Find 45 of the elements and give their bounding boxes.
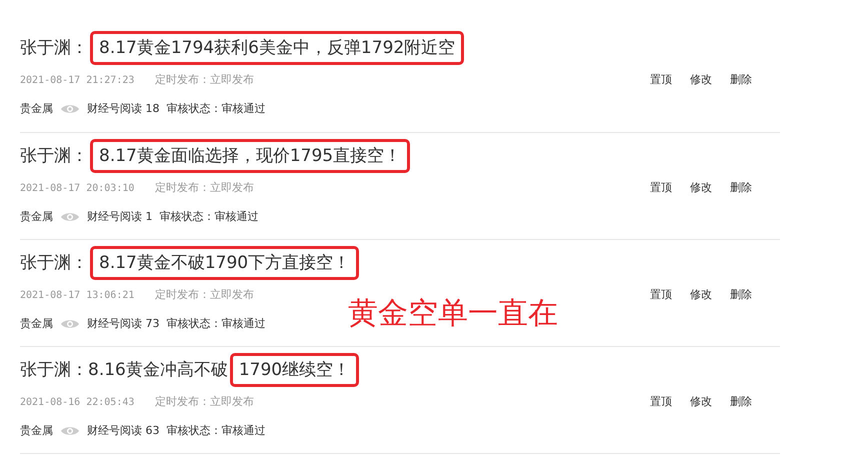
post-title: 张于渊： [20,252,88,275]
annotation-text: 黄金空单一直在 [348,296,558,332]
post-title: 张于渊： [20,37,88,60]
action-link[interactable]: 置顶 [650,394,672,410]
post-date: 2021-08-17 21:27:23 [20,74,136,88]
action-link[interactable]: 删除 [730,72,752,88]
eye-icon [60,103,80,115]
highlighted-title: 1790继续空！ [230,353,360,387]
schedule-label: 定时发布：立即发布 [155,286,254,303]
action-link[interactable]: 修改 [690,287,712,303]
post-title: 张于渊： [20,145,88,168]
schedule-label: 定时发布：立即发布 [155,72,254,88]
category-label: 贵金属 [20,422,53,439]
highlighted-title: 8.17黄金面临选择，现价1795直接空！ [90,139,410,173]
action-link[interactable]: 修改 [690,72,712,88]
eye-icon [60,318,80,330]
eye-icon [60,425,80,437]
review-status: 审核状态：审核通过 [166,422,266,439]
post-date: 2021-08-17 13:06:21 [20,288,136,302]
post-date: 2021-08-17 20:03:10 [20,182,136,196]
review-status: 审核状态：审核通过 [166,100,266,117]
post-title: 张于渊：8.16黄金冲高不破 [20,359,228,382]
schedule-label: 定时发布：立即发布 [155,394,254,410]
category-label: 贵金属 [20,100,53,117]
action-link[interactable]: 修改 [690,180,712,196]
action-link[interactable]: 置顶 [650,180,672,196]
category-label: 贵金属 [20,208,53,225]
action-link[interactable]: 置顶 [650,287,672,303]
highlighted-title: 8.17黄金不破1790下方直接空！ [90,246,360,280]
category-label: 贵金属 [20,316,53,332]
action-link[interactable]: 删除 [730,180,752,196]
action-link[interactable]: 修改 [690,394,712,410]
action-link[interactable]: 置顶 [650,72,672,88]
read-count: 财经号阅读 1 [87,208,152,225]
read-count: 财经号阅读 18 [87,100,160,117]
read-count: 财经号阅读 63 [87,422,160,439]
action-link[interactable]: 删除 [730,287,752,303]
eye-icon [60,211,80,223]
read-count: 财经号阅读 73 [87,316,160,332]
review-status: 审核状态：审核通过 [160,208,258,225]
highlighted-title: 8.17黄金1794获利6美金中，反弹1792附近空 [90,31,464,65]
review-status: 审核状态：审核通过 [166,316,266,332]
post-date: 2021-08-16 22:05:43 [20,396,136,410]
schedule-label: 定时发布：立即发布 [155,180,254,196]
action-link[interactable]: 删除 [730,394,752,410]
